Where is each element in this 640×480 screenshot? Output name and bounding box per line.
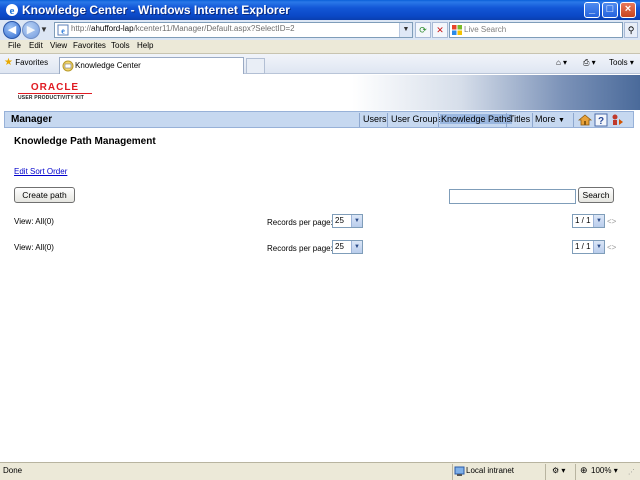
new-tab-button[interactable] [246, 58, 265, 74]
menu-favorites[interactable]: Favorites [73, 41, 106, 50]
internet-explorer-icon: e [6, 4, 18, 17]
search-go-icon[interactable]: ⚲ [624, 22, 638, 38]
security-zone: Local intranet [466, 466, 515, 475]
favorites-bar: ★ Favorites Knowledge Center ⌂ ▾ ⎙ ▾ Too… [0, 54, 640, 74]
menu-file[interactable]: File [8, 41, 21, 50]
page-number-select[interactable]: 1 / 1 ▼ [572, 240, 605, 254]
pager-arrows: <> [607, 217, 616, 226]
tools-menu-button[interactable]: Tools ▾ [609, 58, 634, 67]
nav-users[interactable]: Users [363, 114, 387, 124]
nav-more[interactable]: More ▼ [535, 114, 565, 124]
chevron-down-icon: ▼ [351, 241, 362, 253]
star-icon: ★ [4, 57, 13, 68]
next-page-link[interactable]: > [612, 217, 617, 226]
print-icon[interactable]: ⎙ ▾ [583, 58, 596, 68]
forward-button[interactable]: ▶ [22, 21, 40, 39]
protected-mode-icon[interactable]: ⚙ ▾ [552, 466, 565, 475]
resize-grip-icon[interactable]: ⋰ [628, 468, 635, 476]
svg-text:e: e [61, 27, 65, 36]
minimize-button[interactable]: _ [584, 2, 600, 18]
favorites-button[interactable]: ★ Favorites [4, 57, 48, 71]
chevron-down-icon: ▼ [593, 215, 604, 227]
oracle-upk-logo: ORACLE USER PRODUCTIVITY KIT [18, 82, 92, 104]
manager-navbar: Manager Users User Groups Knowledge Path… [4, 111, 634, 128]
next-page-link[interactable]: > [612, 243, 617, 252]
menu-view[interactable]: View [50, 41, 67, 50]
edit-sort-order-link[interactable]: Edit Sort Order [14, 167, 67, 176]
section-title: Manager [11, 114, 53, 125]
nav-knowledge-paths[interactable]: Knowledge Paths [440, 114, 513, 124]
intranet-zone-icon [454, 466, 465, 476]
page-icon: e [57, 24, 69, 36]
back-button[interactable]: ◀ [3, 21, 21, 39]
nav-user-groups[interactable]: User Groups [391, 114, 442, 124]
search-button[interactable]: Search [578, 187, 614, 203]
menu-help[interactable]: Help [137, 41, 153, 50]
records-per-page-select[interactable]: 25 ▼ [332, 214, 363, 228]
status-bar: Done Local intranet ⚙ ▾ ⊕ 100% ▾ ⋰ [0, 462, 640, 480]
records-per-page-select[interactable]: 25 ▼ [332, 240, 363, 254]
address-bar[interactable]: e http://ahufford-lap/kcenter11/Manager/… [54, 22, 413, 38]
help-icon[interactable]: ? [594, 113, 608, 127]
live-search-icon [452, 25, 462, 35]
search-input[interactable] [449, 189, 576, 204]
chevron-down-icon: ▼ [558, 117, 565, 124]
records-per-page-label: Records per page: [267, 244, 333, 253]
logout-icon[interactable] [610, 113, 624, 127]
status-text: Done [3, 466, 23, 475]
pager-arrows: <> [607, 243, 616, 252]
chevron-down-icon: ▼ [351, 215, 362, 227]
live-search-input[interactable]: Live Search [449, 22, 623, 38]
nav-titles[interactable]: Titles [509, 114, 530, 124]
create-path-button[interactable]: Create path [14, 187, 75, 203]
svg-text:?: ? [598, 116, 604, 127]
stop-icon[interactable]: ✕ [432, 22, 448, 38]
menu-edit[interactable]: Edit [29, 41, 43, 50]
menu-tools[interactable]: Tools [111, 41, 130, 50]
home-icon[interactable] [578, 113, 592, 127]
view-filter-label: View: All(0) [14, 243, 54, 252]
maximize-button[interactable]: □ [602, 2, 618, 18]
window-title: Knowledge Center - Windows Internet Expl… [22, 3, 290, 17]
address-toolbar: ◀ ▶ ▼ e http://ahufford-lap/kcenter11/Ma… [0, 20, 640, 40]
page-number-select[interactable]: 1 / 1 ▼ [572, 214, 605, 228]
records-per-page-label: Records per page: [267, 218, 333, 227]
page-title: Knowledge Path Management [14, 136, 156, 147]
header-banner: ORACLE USER PRODUCTIVITY KIT [0, 75, 640, 110]
zoom-icon[interactable]: ⊕ [580, 465, 588, 476]
chevron-down-icon: ▼ [593, 241, 604, 253]
home-icon[interactable]: ⌂ ▾ [556, 58, 567, 67]
view-filter-label: View: All(0) [14, 217, 54, 226]
refresh-icon[interactable]: ⟳ [415, 22, 431, 38]
tab-page-icon [62, 60, 74, 72]
window-titlebar: e Knowledge Center - Windows Internet Ex… [0, 0, 640, 20]
address-url: http://ahufford-lap/kcenter11/Manager/De… [71, 24, 295, 33]
page-content: ORACLE USER PRODUCTIVITY KIT Manager Use… [0, 75, 640, 462]
zoom-level[interactable]: 100% ▾ [591, 466, 618, 475]
address-dropdown[interactable]: ▼ [399, 23, 412, 37]
recent-pages-dropdown[interactable]: ▼ [40, 25, 48, 34]
close-window-button[interactable]: × [620, 2, 636, 18]
tab-knowledge-center[interactable]: Knowledge Center [59, 57, 244, 74]
menu-bar: File Edit View Favorites Tools Help [0, 40, 640, 54]
svg-text:e: e [10, 5, 15, 17]
